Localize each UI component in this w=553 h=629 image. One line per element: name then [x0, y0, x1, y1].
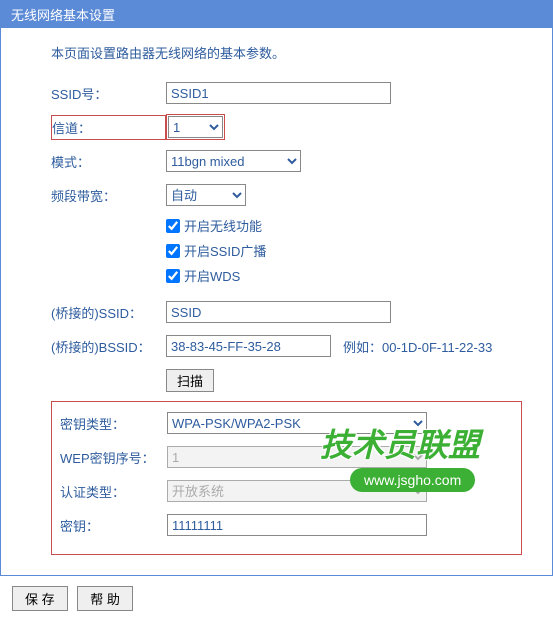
key-type-select[interactable]: WPA-PSK/WPA2-PSK — [167, 412, 427, 434]
page-description: 本页面设置路由器无线网络的基本参数。 — [51, 43, 522, 62]
enable-wds-label: 开启WDS — [184, 266, 240, 285]
mode-label: 模式： — [51, 152, 166, 171]
mode-select[interactable]: 11bgn mixed — [166, 150, 301, 172]
channel-label: 信道： — [51, 115, 166, 140]
key-input[interactable] — [167, 514, 427, 536]
enable-ssid-broadcast-checkbox[interactable] — [166, 244, 180, 258]
key-type-label: 密钥类型： — [60, 414, 167, 433]
auth-type-select: 开放系统 — [167, 480, 427, 502]
enable-wireless-checkbox[interactable] — [166, 219, 180, 233]
bridge-ssid-label: (桥接的)SSID： — [51, 303, 166, 322]
save-button[interactable]: 保 存 — [12, 586, 68, 611]
channel-select[interactable]: 1 — [168, 116, 223, 138]
enable-wireless-label: 开启无线功能 — [184, 216, 262, 235]
ssid-label: SSID号： — [51, 84, 166, 103]
enable-wds-checkbox[interactable] — [166, 269, 180, 283]
security-section: 密钥类型： WPA-PSK/WPA2-PSK WEP密钥序号： 1 认证类型： … — [51, 401, 522, 555]
bridge-bssid-label: (桥接的)BSSID： — [51, 337, 166, 356]
ssid-input[interactable] — [166, 82, 391, 104]
auth-type-label: 认证类型： — [60, 482, 167, 501]
help-button[interactable]: 帮 助 — [77, 586, 133, 611]
enable-ssid-broadcast-label: 开启SSID广播 — [184, 241, 266, 260]
key-label: 密钥： — [60, 516, 167, 535]
title-bar: 无线网络基本设置 — [1, 1, 552, 28]
bandwidth-label: 频段带宽： — [51, 186, 166, 205]
bandwidth-select[interactable]: 自动 — [166, 184, 246, 206]
bridge-ssid-input[interactable] — [166, 301, 391, 323]
wep-index-select: 1 — [167, 446, 427, 468]
scan-button[interactable]: 扫描 — [166, 369, 214, 392]
bridge-bssid-input[interactable] — [166, 335, 331, 357]
bssid-example: 例如：00-1D-0F-11-22-33 — [343, 337, 492, 356]
wep-index-label: WEP密钥序号： — [60, 448, 167, 467]
